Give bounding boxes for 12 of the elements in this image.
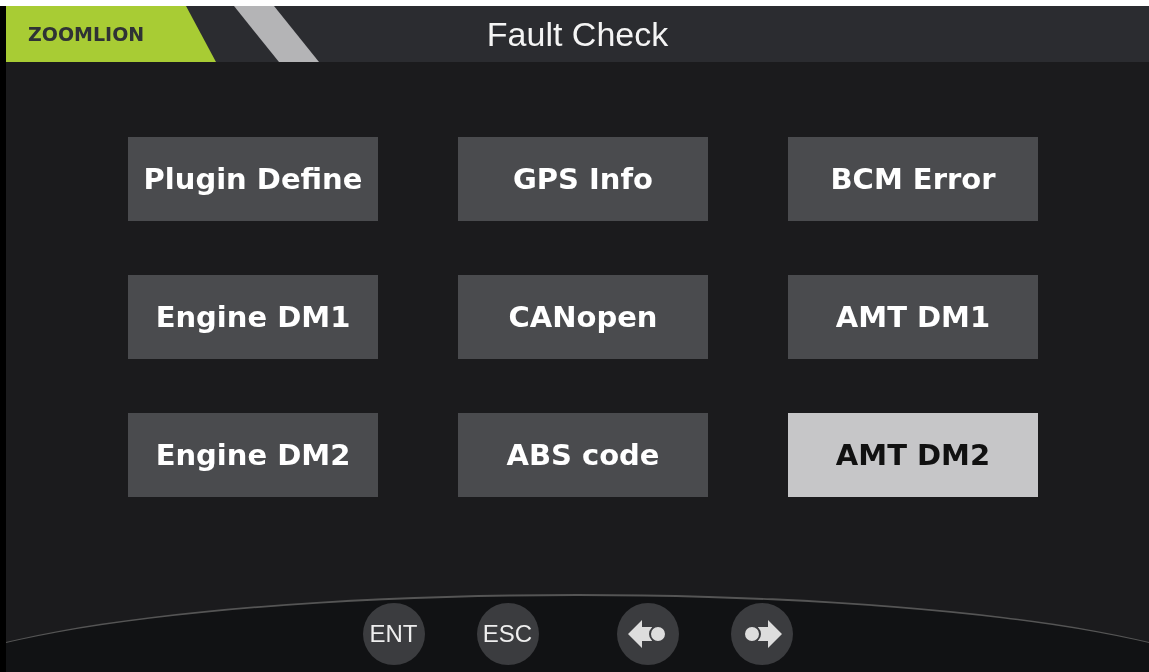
brand-logo: ZOOMLION [6,6,216,62]
menu-button[interactable]: Engine DM1 [128,275,378,359]
arrow-left-icon [627,620,668,648]
menu-button[interactable]: Plugin Define [128,137,378,221]
menu-button[interactable]: GPS Info [458,137,708,221]
screen-title: Fault Check [486,14,669,53]
menu-button[interactable]: CANopen [458,275,708,359]
menu-button[interactable]: BCM Error [788,137,1038,221]
menu-button[interactable]: AMT DM1 [788,275,1038,359]
menu-button[interactable]: ABS code [458,413,708,497]
menu-button[interactable]: AMT DM2 [788,413,1038,497]
menu-button[interactable]: Engine DM2 [128,413,378,497]
